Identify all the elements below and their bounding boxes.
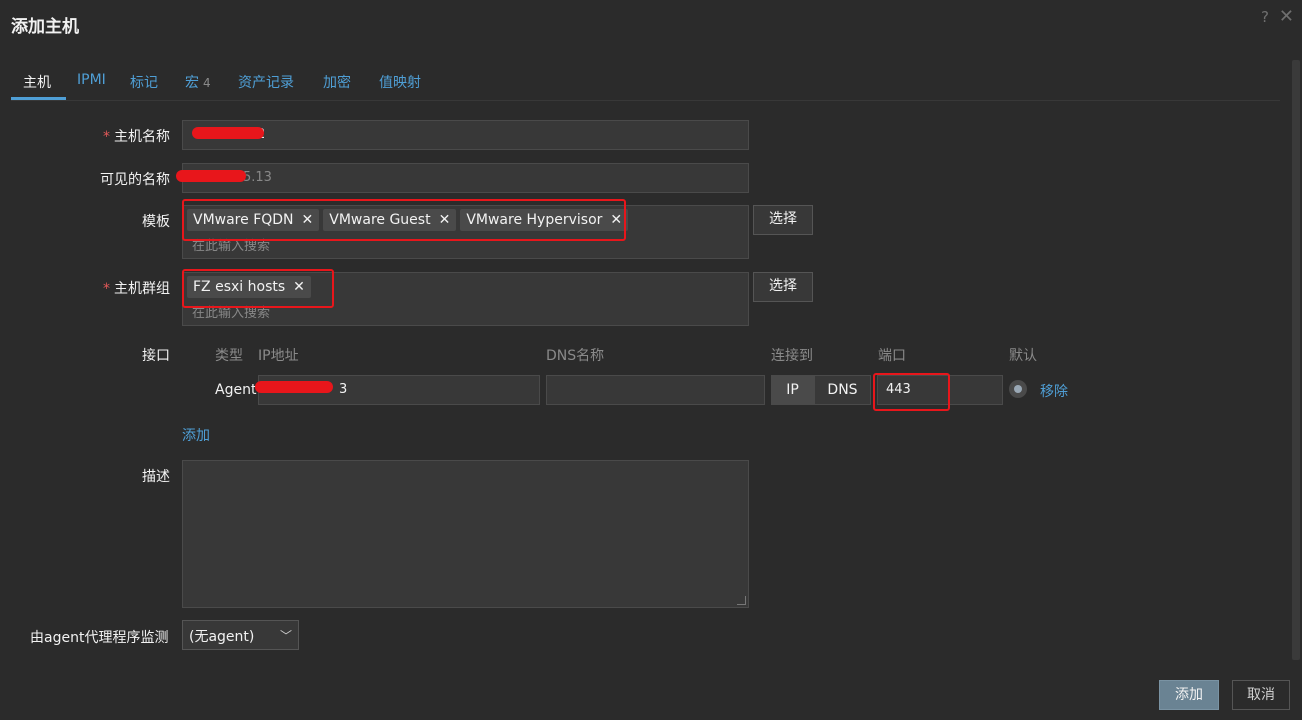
interface-port-header: 端口: [878, 348, 906, 364]
proxy-select-value: (无agent): [189, 629, 255, 645]
cancel-button[interactable]: 取消: [1232, 680, 1290, 710]
redaction-scribble: [255, 381, 333, 393]
interface-dns-header: DNS名称: [546, 348, 605, 364]
tab-bar: 主机 IPMI 标记 宏4 资产记录 加密 值映射: [11, 70, 1280, 101]
chevron-down-icon: ﹀: [279, 629, 292, 643]
visible-name-value: 5.13: [243, 170, 272, 185]
annotation-box: [873, 373, 950, 411]
close-icon[interactable]: ✕: [1279, 6, 1294, 27]
interface-ip-value: 3: [339, 382, 348, 397]
templates-select-button[interactable]: 选择: [753, 205, 813, 235]
dialog-header-icons: ? ✕: [1261, 6, 1294, 27]
add-interface-link[interactable]: 添加: [182, 425, 210, 445]
interface-remove-link[interactable]: 移除: [1040, 381, 1068, 401]
macros-count: 4: [203, 76, 211, 90]
connect-dns-toggle[interactable]: DNS: [814, 375, 871, 405]
host-groups-label: * 主机群组: [103, 281, 170, 297]
interface-ip-header: IP地址: [258, 348, 299, 364]
tab-ipmi[interactable]: IPMI: [77, 72, 106, 88]
interface-type-header: 类型: [215, 348, 243, 364]
templates-label: 模板: [142, 214, 170, 230]
visible-name-label: 可见的名称: [100, 172, 170, 188]
proxy-select[interactable]: (无agent) ﹀: [182, 620, 299, 650]
visible-name-input[interactable]: 5.13: [182, 163, 749, 193]
tab-value-mapping[interactable]: 值映射: [379, 72, 421, 92]
required-marker: *: [103, 129, 110, 145]
tab-tags[interactable]: 标记: [130, 72, 158, 92]
host-name-label: * 主机名称: [103, 129, 170, 145]
default-interface-radio[interactable]: [1009, 380, 1027, 398]
interface-dns-input[interactable]: [546, 375, 765, 405]
host-name-input[interactable]: 2: [182, 120, 749, 150]
redaction-scribble: [192, 127, 264, 139]
add-button[interactable]: 添加: [1159, 680, 1219, 710]
dialog-title: 添加主机: [11, 17, 79, 37]
connect-ip-toggle[interactable]: IP: [771, 375, 814, 405]
tab-encryption[interactable]: 加密: [323, 72, 351, 92]
annotation-box: [182, 269, 334, 308]
annotation-box: [182, 199, 626, 241]
interface-type-value: Agent: [215, 382, 257, 398]
required-marker: *: [103, 281, 110, 297]
dialog-scrollbar[interactable]: [1292, 60, 1300, 660]
redaction-scribble: [176, 170, 246, 182]
interfaces-label: 接口: [142, 348, 170, 364]
description-textarea[interactable]: [182, 460, 749, 608]
question-mark-icon[interactable]: ?: [1261, 8, 1269, 26]
tab-host[interactable]: 主机: [23, 72, 51, 92]
interface-default-header: 默认: [1009, 348, 1037, 364]
description-label: 描述: [142, 469, 170, 485]
interface-connect-header: 连接到: [771, 348, 813, 364]
tab-inventory[interactable]: 资产记录: [238, 72, 294, 92]
host-groups-select-button[interactable]: 选择: [753, 272, 813, 302]
tab-macros[interactable]: 宏4: [185, 72, 211, 92]
resize-grip-icon[interactable]: [737, 596, 746, 605]
monitored-by-proxy-label: 由agent代理程序监测: [30, 630, 169, 646]
active-tab-indicator: [11, 97, 66, 100]
